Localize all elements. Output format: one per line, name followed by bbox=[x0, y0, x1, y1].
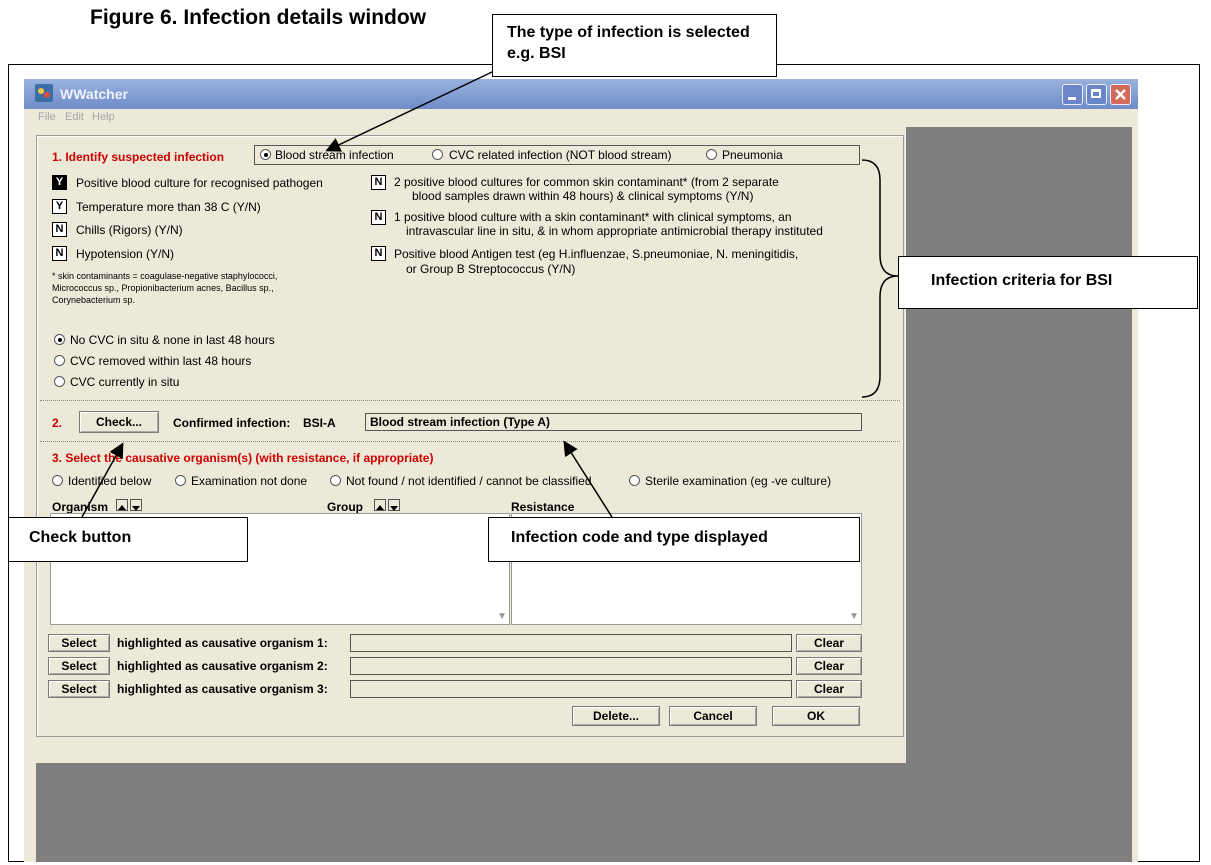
criteria-brace bbox=[861, 159, 899, 398]
annotation-overlay bbox=[81, 71, 899, 518]
callout-check-button: Check button bbox=[8, 517, 248, 562]
arrow-type-selected bbox=[325, 71, 493, 152]
arrow-infection-code bbox=[563, 440, 613, 518]
callout-criteria: Infection criteria for BSI bbox=[898, 256, 1198, 309]
arrow-check-button bbox=[81, 442, 124, 518]
callout-infection-code: Infection code and type displayed bbox=[488, 517, 860, 562]
callout-type-selected: The type of infection is selected e.g. B… bbox=[492, 14, 777, 77]
